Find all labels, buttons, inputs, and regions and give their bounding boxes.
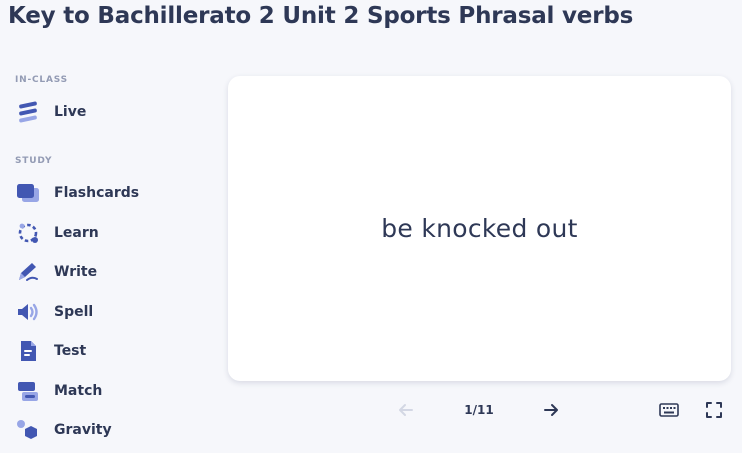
sidebar-item-label: Learn xyxy=(54,225,99,241)
sidebar-item-live[interactable]: Live xyxy=(14,97,194,127)
next-card-button[interactable] xyxy=(540,398,562,422)
sidebar-item-label: Test xyxy=(54,343,87,359)
live-icon xyxy=(14,99,42,125)
spell-icon xyxy=(14,299,42,325)
sidebar-item-label: Spell xyxy=(54,304,94,320)
fullscreen-icon xyxy=(706,402,722,418)
flashcard[interactable]: be knocked out xyxy=(228,76,731,381)
in-class-section-label: IN-CLASS xyxy=(15,75,68,85)
sidebar-item-flashcards[interactable]: Flashcards xyxy=(14,178,194,208)
arrow-left-icon xyxy=(399,404,413,416)
fullscreen-button[interactable] xyxy=(703,398,725,422)
sidebar-item-spell[interactable]: Spell xyxy=(14,297,194,327)
arrow-right-icon xyxy=(544,404,558,416)
sidebar-item-label: Write xyxy=(54,264,98,280)
sidebar-item-label: Flashcards xyxy=(54,185,140,201)
sidebar-item-write[interactable]: Write xyxy=(14,257,194,287)
card-counter: 1/11 xyxy=(464,403,494,417)
flashcard-term: be knocked out xyxy=(381,214,578,243)
keyboard-shortcuts-button[interactable] xyxy=(657,398,681,422)
study-section-label: STUDY xyxy=(15,156,53,166)
sidebar-item-test[interactable]: Test xyxy=(14,336,194,366)
keyboard-icon xyxy=(659,403,679,417)
sidebar-item-label: Live xyxy=(54,104,87,120)
previous-card-button[interactable] xyxy=(395,398,417,422)
flashcard-controls: 1/11 xyxy=(0,398,742,422)
study-mode-sidebar: IN-CLASS Live STUDY Flashcards Learn Wri… xyxy=(0,0,200,453)
sidebar-item-label: Gravity xyxy=(54,422,112,438)
write-icon xyxy=(14,259,42,285)
flashcards-icon xyxy=(14,180,42,206)
test-icon xyxy=(14,338,42,364)
sidebar-item-label: Match xyxy=(54,383,103,399)
learn-icon xyxy=(14,220,42,246)
sidebar-item-learn[interactable]: Learn xyxy=(14,218,194,248)
